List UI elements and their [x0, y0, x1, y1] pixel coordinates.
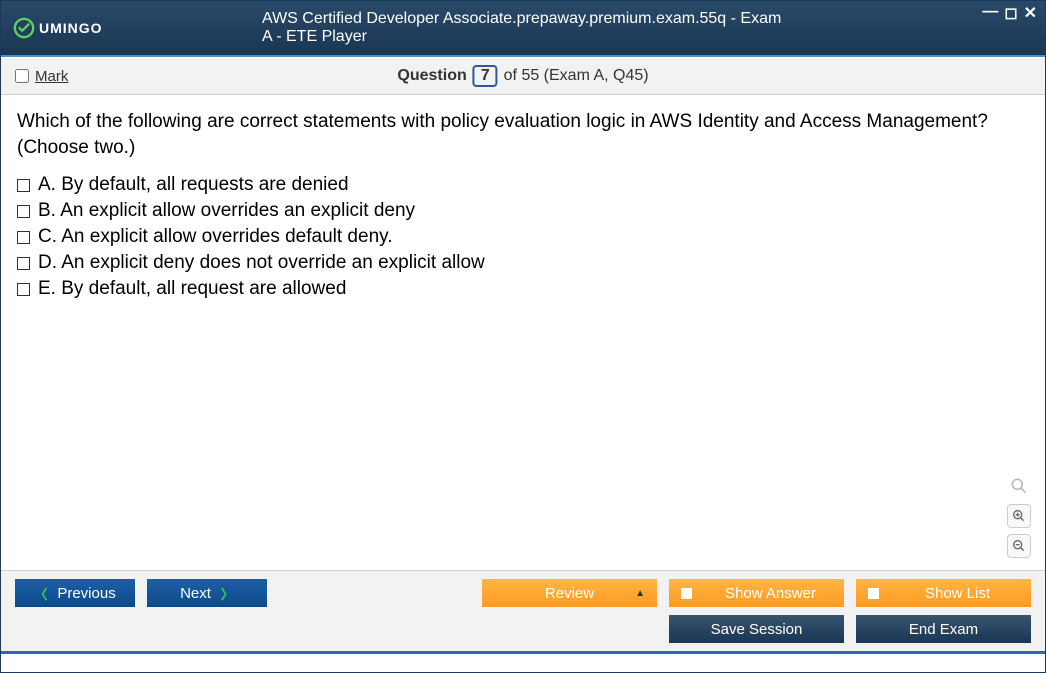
search-icon[interactable] — [1007, 474, 1031, 498]
zoom-controls — [1007, 474, 1031, 558]
question-text: Which of the following are correct state… — [17, 109, 1029, 160]
question-number: 7 — [473, 65, 498, 87]
window-title: AWS Certified Developer Associate.prepaw… — [262, 10, 784, 46]
app-logo: UMINGO — [13, 17, 103, 39]
choice-checkbox[interactable] — [17, 283, 30, 296]
choice-checkbox[interactable] — [17, 257, 30, 270]
mark-checkbox[interactable] — [15, 69, 29, 83]
choice-e[interactable]: E. By default, all request are allowed — [17, 278, 1029, 300]
maximize-button[interactable]: ◻ — [1004, 3, 1017, 23]
choice-checkbox[interactable] — [17, 231, 30, 244]
title-bar: UMINGO AWS Certified Developer Associate… — [1, 1, 1045, 57]
logo-check-icon — [13, 17, 35, 39]
show-list-button[interactable]: Show List — [856, 579, 1031, 607]
choice-c[interactable]: C. An explicit allow overrides default d… — [17, 226, 1029, 248]
choice-checkbox[interactable] — [17, 179, 30, 192]
choice-d[interactable]: D. An explicit deny does not override an… — [17, 252, 1029, 274]
close-button[interactable]: ✕ — [1024, 3, 1037, 23]
mark-label: Mark — [35, 68, 68, 85]
question-content: Which of the following are correct state… — [1, 95, 1045, 570]
zoom-in-button[interactable] — [1007, 504, 1031, 528]
window-controls: — ◻ ✕ — [982, 3, 1037, 23]
choice-b[interactable]: B. An explicit allow overrides an explic… — [17, 200, 1029, 222]
previous-button[interactable]: 〈 Previous — [15, 579, 135, 607]
bottom-accent — [1, 651, 1045, 654]
footer: 〈 Previous Next 〉 Review ▲ Show Answer S… — [1, 570, 1045, 651]
question-bar: Mark Question 7 of 55 (Exam A, Q45) — [1, 57, 1045, 95]
next-button[interactable]: Next 〉 — [147, 579, 267, 607]
square-icon — [681, 588, 692, 599]
minimize-button[interactable]: — — [982, 3, 998, 23]
choice-a[interactable]: A. By default, all requests are denied — [17, 174, 1029, 196]
choices-list: A. By default, all requests are denied B… — [17, 174, 1029, 300]
choice-checkbox[interactable] — [17, 205, 30, 218]
show-answer-button[interactable]: Show Answer — [669, 579, 844, 607]
question-label: Question — [397, 67, 466, 85]
review-button[interactable]: Review ▲ — [482, 579, 657, 607]
save-session-button[interactable]: Save Session — [669, 615, 844, 643]
end-exam-button[interactable]: End Exam — [856, 615, 1031, 643]
triangle-up-icon: ▲ — [635, 588, 645, 599]
logo-text: UMINGO — [39, 20, 103, 36]
question-suffix: of 55 (Exam A, Q45) — [504, 67, 649, 85]
mark-checkbox-wrap[interactable]: Mark — [15, 68, 68, 85]
question-info: Question 7 of 55 (Exam A, Q45) — [397, 65, 648, 87]
footer-row-1: 〈 Previous Next 〉 Review ▲ Show Answer S… — [15, 579, 1031, 607]
square-icon — [868, 588, 879, 599]
arrow-right-icon: 〉 — [221, 584, 234, 603]
footer-row-2: Save Session End Exam — [15, 615, 1031, 643]
zoom-out-button[interactable] — [1007, 534, 1031, 558]
arrow-left-icon: 〈 — [34, 584, 47, 603]
